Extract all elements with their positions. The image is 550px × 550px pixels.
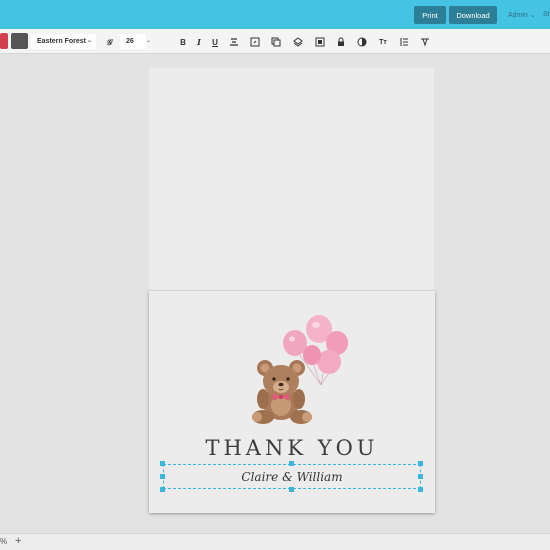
font-style-icon[interactable]: 𝒢	[103, 36, 115, 48]
text-color-swatch[interactable]	[0, 33, 8, 49]
zoom-level: %	[0, 537, 8, 546]
letter-spacing-icon[interactable]	[419, 36, 431, 48]
resize-handle-bottom-left[interactable]	[160, 487, 165, 492]
top-bar: Print Download Admin ⌄ St	[0, 0, 550, 29]
font-family-value: Eastern Forest	[37, 38, 87, 45]
teddy-bear-balloons-illustration[interactable]	[249, 313, 353, 425]
lock-icon[interactable]	[335, 36, 347, 48]
font-size-input[interactable]: 26	[120, 34, 146, 49]
download-button[interactable]: Download	[449, 6, 497, 24]
bold-icon[interactable]: B	[177, 36, 189, 48]
text-toolbar: Eastern Forest ⌄ 𝒢 26 ⌄ B I U Tт	[0, 29, 550, 54]
underline-icon[interactable]: U	[209, 36, 221, 48]
resize-handle-top-left[interactable]	[160, 461, 165, 466]
print-button[interactable]: Print	[414, 6, 446, 24]
card-title[interactable]: THANK YOU	[149, 436, 435, 460]
italic-icon[interactable]: I	[193, 36, 205, 48]
resize-handle-right[interactable]	[418, 474, 423, 479]
align-icon[interactable]	[228, 36, 240, 48]
bring-forward-icon[interactable]	[314, 36, 326, 48]
status-bar: % +	[0, 533, 550, 550]
resize-handle-top[interactable]	[289, 461, 294, 466]
line-spacing-icon[interactable]	[398, 36, 410, 48]
resize-handle-top-right[interactable]	[418, 461, 423, 466]
chevron-down-icon: ⌄	[86, 38, 92, 44]
chevron-down-icon[interactable]: ⌄	[146, 37, 151, 44]
admin-label: Admin	[508, 12, 528, 19]
zoom-in-button[interactable]: +	[15, 535, 21, 547]
names-text: Claire & William	[241, 469, 343, 484]
names-text-box[interactable]: Claire & William	[163, 464, 421, 489]
text-case-icon[interactable]: Tт	[377, 36, 389, 48]
cut-off-menu-link[interactable]: St	[543, 11, 550, 18]
resize-handle-bottom[interactable]	[289, 487, 294, 492]
chevron-down-icon: ⌄	[529, 12, 536, 19]
font-family-select[interactable]: Eastern Forest ⌄	[31, 34, 96, 49]
admin-menu[interactable]: Admin ⌄	[508, 11, 536, 19]
resize-handle-left[interactable]	[160, 474, 165, 479]
opacity-icon[interactable]	[356, 36, 368, 48]
layers-icon[interactable]	[292, 36, 304, 48]
card-front-page[interactable]: THANK YOU Claire & William	[149, 291, 435, 513]
font-size-value: 26	[126, 38, 134, 45]
image-resize-icon[interactable]	[249, 36, 261, 48]
resize-handle-bottom-right[interactable]	[418, 487, 423, 492]
card-back-page[interactable]	[149, 68, 434, 290]
fill-color-swatch[interactable]	[11, 33, 28, 49]
duplicate-icon[interactable]	[270, 36, 282, 48]
